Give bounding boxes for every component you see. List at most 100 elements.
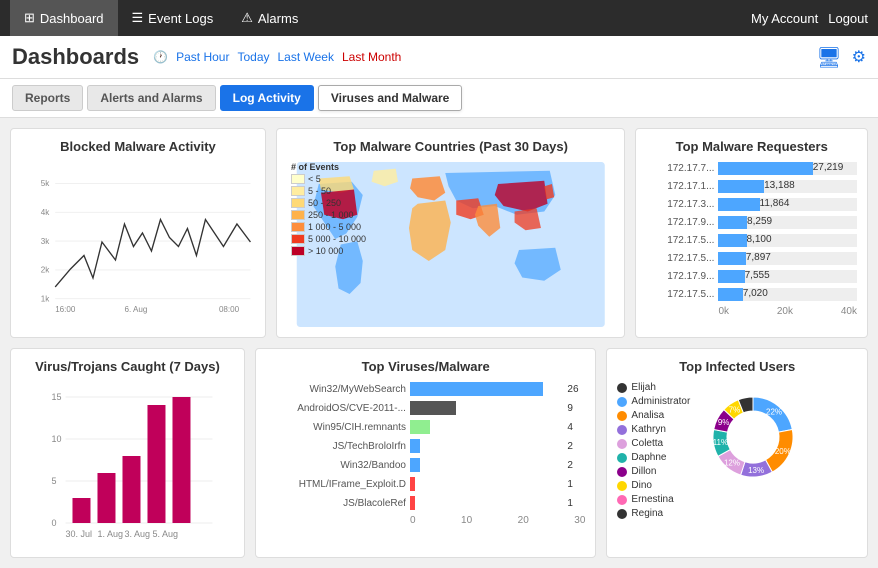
legend-lt5: < 5	[291, 174, 366, 184]
requester-row: 172.17.3... 11,864	[646, 198, 857, 211]
req-bar	[718, 180, 764, 193]
tab-reports[interactable]: Reports	[12, 85, 83, 111]
donut-label: 7%	[729, 406, 741, 415]
infected-legend-item: Elijah	[617, 382, 690, 393]
blocked-malware-svg: 5k 4k 3k 2k 1k 16:00 6. Aug 08:	[21, 162, 255, 322]
nav-dashboard-label: Dashboard	[40, 11, 104, 26]
alarms-icon: ⚠	[241, 10, 253, 26]
monitor-icon: 🖥	[816, 45, 841, 70]
virus-bar	[410, 496, 415, 510]
virus-list: Win32/MyWebSearch 26 AndroidOS/CVE-2011-…	[266, 382, 585, 510]
svg-text:08:00: 08:00	[219, 305, 240, 314]
legend-250-1000: 250 - 1 000	[291, 210, 366, 220]
top-nav: ⊞ Dashboard ☰ Event Logs ⚠ Alarms My Acc…	[0, 0, 878, 36]
time-past-hour[interactable]: Past Hour	[176, 50, 229, 64]
nav-alarms-label: Alarms	[258, 11, 298, 26]
header-right: 🖥 ⚙	[816, 45, 866, 70]
time-last-week[interactable]: Last Week	[278, 50, 334, 64]
req-bar-wrap: 11,864	[718, 198, 857, 211]
requesters-list: 172.17.7... 27,219 172.17.1... 13,188 17…	[646, 162, 857, 301]
legend-dot	[617, 453, 627, 463]
svg-text:10: 10	[51, 434, 61, 444]
donut-label: 13%	[748, 466, 764, 475]
nav-dashboard[interactable]: ⊞ Dashboard	[10, 0, 118, 36]
donut-svg: 22%20%13%12%11%9%7%	[698, 382, 808, 492]
infected-legend-item: Administrator	[617, 396, 690, 407]
top-malware-countries-card: Top Malware Countries (Past 30 Days) # o…	[276, 128, 626, 338]
top-infected-users-card: Top Infected Users ElijahAdministratorAn…	[606, 348, 868, 558]
req-bar-wrap: 8,100	[718, 234, 857, 247]
time-today[interactable]: Today	[237, 50, 269, 64]
virus-bar	[410, 420, 430, 434]
tab-log-activity[interactable]: Log Activity	[220, 85, 314, 111]
virus-row: Win95/CIH.remnants 4	[266, 420, 585, 434]
nav-alarms[interactable]: ⚠ Alarms	[227, 0, 312, 36]
tab-viruses-malware[interactable]: Viruses and Malware	[318, 85, 463, 111]
req-bar-wrap: 27,219	[718, 162, 857, 175]
settings-icon: ⚙	[852, 47, 866, 67]
svg-text:30. Jul: 30. Jul	[65, 529, 92, 539]
virus-bar-wrap	[410, 496, 563, 510]
event-logs-icon: ☰	[132, 10, 144, 26]
infected-legend-item: Analisa	[617, 410, 690, 421]
tab-bar: Reports Alerts and Alarms Log Activity V…	[0, 79, 878, 118]
legend-dot	[617, 397, 627, 407]
legend-dot	[617, 439, 627, 449]
legend-gt10k: > 10 000	[291, 246, 366, 256]
donut-chart: 22%20%13%12%11%9%7%	[698, 382, 808, 492]
virus-row: AndroidOS/CVE-2011-... 9	[266, 401, 585, 415]
svg-text:0: 0	[51, 518, 56, 528]
virus-trojans-chart: 15 10 5 0	[21, 382, 234, 547]
donut-label: 12%	[724, 458, 740, 467]
logout-link[interactable]: Logout	[828, 11, 868, 26]
requester-row: 172.17.7... 27,219	[646, 162, 857, 175]
svg-text:3k: 3k	[41, 237, 50, 246]
legend-dot	[617, 495, 627, 505]
top-malware-requesters-card: Top Malware Requesters 172.17.7... 27,21…	[635, 128, 868, 338]
tab-alerts-alarms[interactable]: Alerts and Alarms	[87, 85, 215, 111]
legend-5-50: 5 - 50	[291, 186, 366, 196]
donut-label: 20%	[775, 447, 791, 456]
time-links: 🕐 Past Hour Today Last Week Last Month	[153, 50, 401, 64]
virus-bar	[410, 458, 420, 472]
requester-row: 172.17.5... 7,020	[646, 288, 857, 301]
req-bar	[718, 252, 745, 265]
nav-event-logs[interactable]: ☰ Event Logs	[118, 0, 228, 36]
blocked-malware-title: Blocked Malware Activity	[21, 139, 255, 154]
main-content: Blocked Malware Activity 5k 4k 3k 2k 1k	[0, 118, 878, 568]
time-last-month[interactable]: Last Month	[342, 50, 401, 64]
legend-dot	[617, 383, 627, 393]
top-viruses-card: Top Viruses/Malware Win32/MyWebSearch 26…	[255, 348, 596, 558]
virus-bar	[410, 382, 543, 396]
svg-text:1k: 1k	[41, 294, 50, 303]
virus-bar-wrap	[410, 382, 563, 396]
svg-text:2k: 2k	[41, 266, 50, 275]
clock-icon: 🕐	[153, 50, 168, 64]
requester-row: 172.17.1... 13,188	[646, 180, 857, 193]
virus-bar-wrap	[410, 458, 563, 472]
legend-dot	[617, 467, 627, 477]
virus-bar	[410, 477, 415, 491]
req-bar	[718, 288, 742, 301]
virus-row: Win32/Bandoo 2	[266, 458, 585, 472]
virus-row: HTML/IFrame_Exploit.D 1	[266, 477, 585, 491]
virus-bar	[410, 401, 456, 415]
req-bar-wrap: 8,259	[718, 216, 857, 229]
svg-text:5. Aug: 5. Aug	[152, 529, 178, 539]
svg-text:5: 5	[51, 476, 56, 486]
virus-bar	[410, 439, 420, 453]
svg-text:16:00: 16:00	[55, 305, 76, 314]
req-bar-wrap: 7,020	[718, 288, 857, 301]
infected-legend-item: Daphne	[617, 452, 690, 463]
infected-legend-item: Coletta	[617, 438, 690, 449]
donut-label: 11%	[713, 438, 728, 447]
virus-row: JS/BlacoleRef 1	[266, 496, 585, 510]
req-bar	[718, 216, 747, 229]
my-account-link[interactable]: My Account	[751, 11, 818, 26]
svg-text:3. Aug: 3. Aug	[124, 529, 150, 539]
infected-legend: ElijahAdministratorAnalisaKathrynColetta…	[617, 382, 690, 522]
req-bar-wrap: 7,555	[718, 270, 857, 283]
infected-legend-item: Ernestina	[617, 494, 690, 505]
legend-dot	[617, 481, 627, 491]
svg-text:5k: 5k	[41, 179, 50, 188]
